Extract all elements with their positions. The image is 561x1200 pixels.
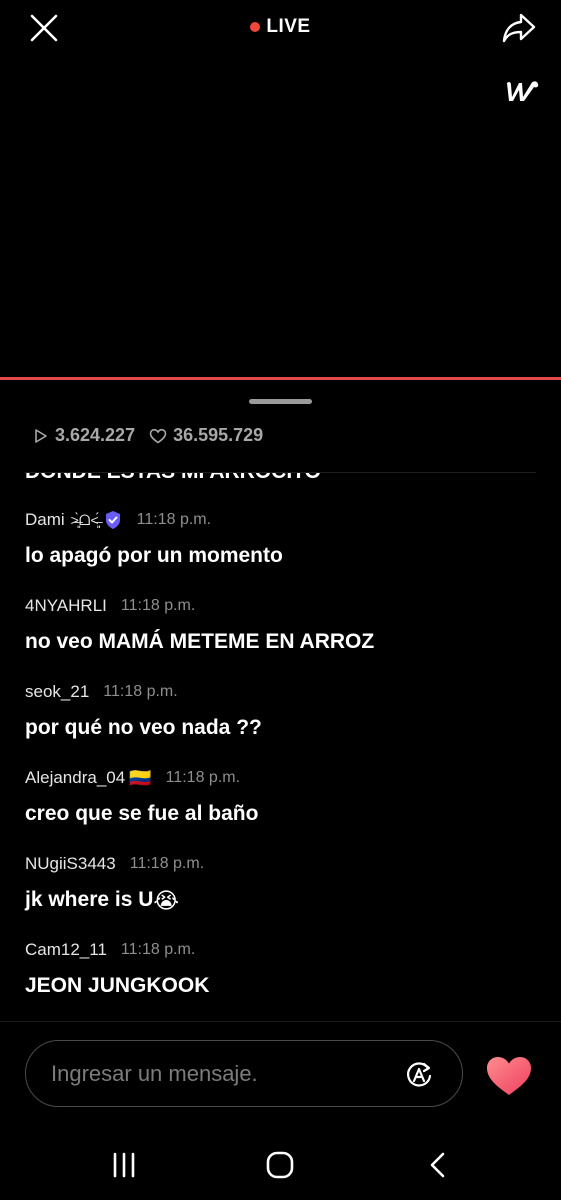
like-count-value: 36.595.729 — [173, 425, 264, 445]
chat-text: lo apagó por un momento — [25, 544, 283, 567]
heart-icon — [487, 1057, 531, 1095]
chat-message[interactable]: NUgiiS3443 11:18 p.m. jk where is U😭 — [25, 853, 536, 914]
chat-message[interactable]: 4NYAHRLI 11:18 p.m. no veo MAMÁ METEME E… — [25, 595, 536, 654]
chat-username[interactable]: seok_21 — [25, 682, 89, 702]
chat-username[interactable]: 4NYAHRLI — [25, 596, 107, 616]
chat-text: por qué no veo nada ?? — [25, 716, 262, 739]
chat-message-clipped: DONDE ESTAS MI ARROCITO — [25, 473, 321, 484]
chat-panel: 3.624.227 36.595.729 DONDE ESTAS MI ARRO… — [0, 380, 561, 1140]
heart-outline-icon — [149, 428, 167, 443]
share-button[interactable] — [499, 10, 539, 46]
chat-text: JEON JUNGKOOK — [25, 974, 210, 997]
video-player[interactable]: LIVE — [0, 0, 561, 378]
chat-username[interactable]: NUgiiS3443 — [25, 854, 116, 874]
play-count-value: 3.624.227 — [55, 425, 136, 445]
chat-timestamp: 11:18 p.m. — [136, 511, 212, 528]
recents-icon — [113, 1152, 135, 1178]
home-button[interactable] — [260, 1145, 300, 1185]
weverse-logo — [503, 72, 543, 108]
chat-text: jk where is U — [25, 888, 154, 911]
chat-username[interactable]: Cam12_11 — [25, 940, 107, 960]
chat-message[interactable]: Cam12_11 11:18 p.m. JEON JUNGKOOK — [25, 939, 536, 998]
heart-button[interactable] — [484, 1054, 534, 1098]
play-count: 3.624.227 — [33, 425, 135, 446]
chat-timestamp: 11:18 p.m. — [120, 941, 196, 958]
chat-timestamp: 11:18 p.m. — [129, 855, 205, 872]
chat-message[interactable]: Dami ˃̶͈̀ᗝ˂̶͈́ 11:18 p.m. lo apagó por u… — [25, 509, 536, 568]
message-input-container[interactable] — [25, 1040, 463, 1107]
back-icon — [430, 1152, 445, 1178]
username-kaomoji: ˃̶͈̀ᗝ˂̶͈́ — [70, 511, 99, 528]
composer-row — [0, 1040, 561, 1108]
chat-message[interactable]: seok_21 11:18 p.m. por qué no veo nada ?… — [25, 681, 536, 740]
play-icon — [35, 428, 47, 443]
chat-list[interactable]: DONDE ESTAS MI ARROCITO Dami ˃̶͈̀ᗝ˂̶͈́ 1… — [0, 473, 561, 1021]
live-label: LIVE — [266, 16, 311, 37]
chat-timestamp: 11:18 p.m. — [103, 683, 178, 700]
crying-face-icon: 😭 — [153, 888, 180, 913]
message-input[interactable] — [51, 1060, 381, 1087]
like-count: 36.595.729 — [149, 425, 263, 446]
live-badge: LIVE — [0, 16, 561, 38]
share-icon — [502, 13, 536, 43]
chat-username[interactable]: Dami — [25, 510, 65, 530]
chat-username[interactable]: Alejandra_04 — [25, 768, 125, 788]
colombia-flag-icon: 🇨🇴 — [129, 767, 152, 788]
weverse-logo-icon — [507, 81, 539, 101]
translate-button[interactable] — [404, 1060, 434, 1090]
chat-message[interactable]: Alejandra_04 🇨🇴 11:18 p.m. creo que se f… — [25, 767, 536, 826]
chat-text: no veo MAMÁ METEME EN ARROZ — [25, 630, 375, 653]
chat-text: creo que se fue al baño — [25, 802, 259, 825]
recents-button[interactable] — [104, 1145, 144, 1185]
stats-row: 3.624.227 36.595.729 — [33, 425, 277, 446]
chat-timestamp: 11:18 p.m. — [165, 769, 241, 786]
chat-timestamp: 11:18 p.m. — [120, 597, 196, 614]
translate-icon — [407, 1062, 432, 1087]
live-dot — [250, 22, 261, 32]
verified-badge-icon — [103, 510, 123, 530]
chat-text-row: jk where is U😭 — [25, 888, 536, 914]
system-nav-bar — [0, 1125, 561, 1200]
composer-divider — [0, 1021, 561, 1022]
drag-handle[interactable] — [249, 399, 312, 404]
back-button[interactable] — [418, 1145, 458, 1185]
home-icon — [266, 1151, 294, 1179]
